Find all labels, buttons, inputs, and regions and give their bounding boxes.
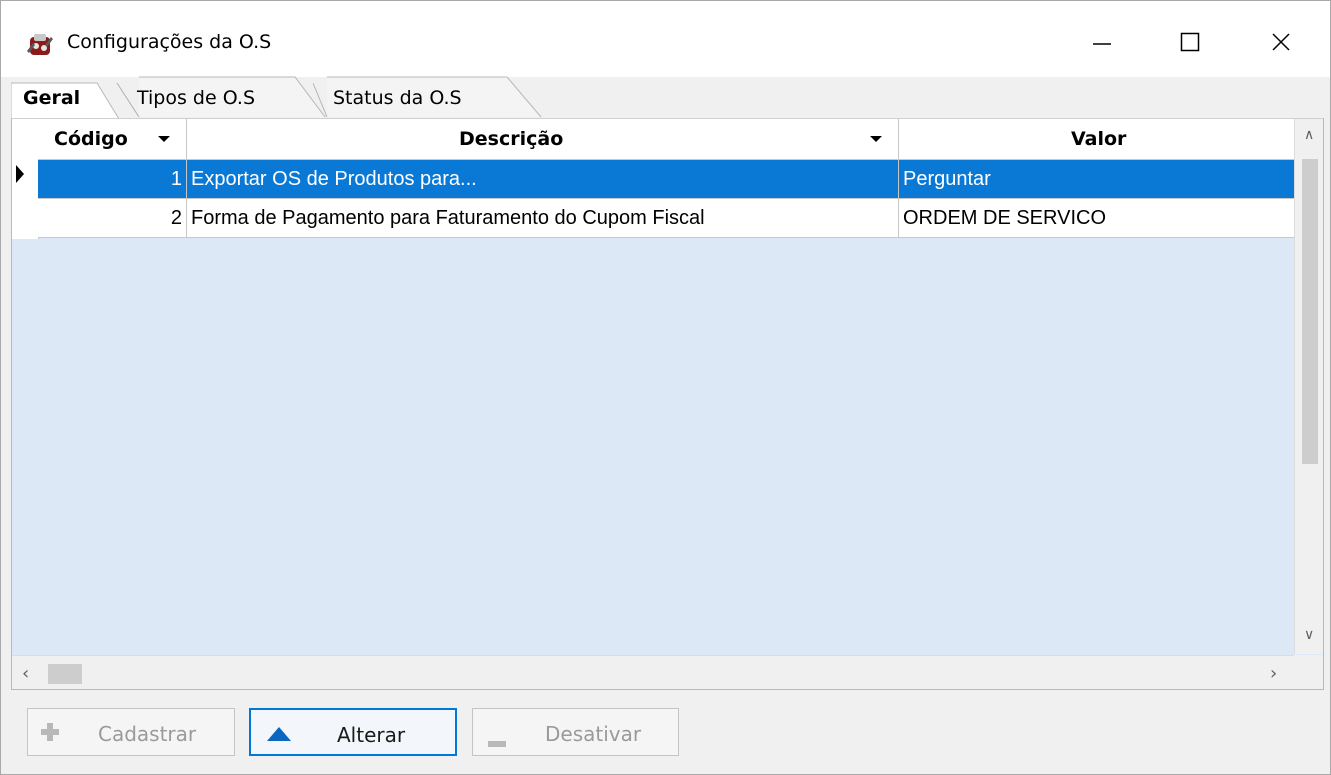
- vertical-scroll-thumb[interactable]: [1302, 159, 1318, 464]
- desativar-button[interactable]: Desativar: [472, 708, 679, 756]
- horizontal-scroll-thumb[interactable]: [48, 664, 82, 684]
- minimize-button[interactable]: [1077, 19, 1127, 65]
- tab-geral[interactable]: Geral: [11, 75, 121, 119]
- maximize-button[interactable]: [1165, 19, 1215, 65]
- scroll-left-icon[interactable]: ‹: [22, 663, 29, 684]
- scrollbar-corner: [1294, 655, 1323, 689]
- button-label: Desativar: [545, 722, 642, 746]
- grid-header: Código Descrição Valor: [38, 119, 1294, 160]
- close-button[interactable]: [1256, 19, 1306, 65]
- dropdown-caret-icon[interactable]: [158, 136, 170, 142]
- cell-descricao[interactable]: Forma de Pagamento para Faturamento do C…: [187, 199, 899, 238]
- horizontal-scrollbar[interactable]: ‹ ›: [12, 655, 1294, 689]
- column-header-label: Valor: [1071, 128, 1127, 150]
- tab-label: Tipos de O.S: [137, 87, 255, 109]
- button-label: Alterar: [337, 723, 406, 747]
- window-title: Configurações da O.S: [67, 31, 272, 53]
- column-header-codigo[interactable]: Código: [38, 119, 187, 159]
- app-logo-icon: [25, 31, 55, 59]
- table-row[interactable]: 2 Forma de Pagamento para Faturamento do…: [38, 199, 1294, 238]
- tab-tipos-os[interactable]: Tipos de O.S: [115, 75, 327, 119]
- column-header-descricao[interactable]: Descrição: [187, 119, 899, 159]
- scroll-up-icon[interactable]: ∧: [1304, 127, 1314, 143]
- row-indicator-column: [12, 119, 39, 239]
- cell-valor[interactable]: ORDEM DE SERVICO: [899, 199, 1294, 238]
- cadastrar-button[interactable]: Cadastrar: [27, 708, 235, 756]
- dropdown-caret-icon[interactable]: [870, 136, 882, 142]
- window: Configurações da O.S Geral Tipos de O.S …: [0, 0, 1331, 775]
- tab-label: Geral: [23, 87, 81, 109]
- column-header-valor[interactable]: Valor: [899, 119, 1294, 159]
- cell-codigo[interactable]: 2: [38, 199, 187, 238]
- cell-codigo[interactable]: 1: [38, 160, 187, 199]
- current-row-arrow-icon: [16, 165, 24, 183]
- title-bar: Configurações da O.S: [1, 1, 1330, 77]
- alterar-button[interactable]: Alterar: [249, 708, 457, 756]
- tab-label: Status da O.S: [333, 87, 462, 109]
- tab-strip: Geral Tipos de O.S Status da O.S: [11, 73, 1331, 119]
- minimize-icon: [1093, 43, 1111, 45]
- cell-descricao[interactable]: Exportar OS de Produtos para...: [187, 160, 899, 199]
- scroll-right-icon[interactable]: ›: [1270, 663, 1277, 684]
- minus-icon: [487, 729, 507, 753]
- button-label: Cadastrar: [98, 722, 197, 746]
- tab-status-os[interactable]: Status da O.S: [313, 75, 543, 119]
- column-header-label: Código: [54, 128, 128, 150]
- maximize-icon: [1180, 32, 1200, 52]
- cell-valor[interactable]: Perguntar: [899, 160, 1294, 199]
- scroll-down-icon[interactable]: ∨: [1304, 627, 1314, 643]
- plus-icon: [40, 722, 60, 747]
- table-row[interactable]: 1 Exportar OS de Produtos para... Pergun…: [38, 160, 1294, 199]
- column-header-label: Descrição: [459, 128, 564, 150]
- vertical-scrollbar[interactable]: ∧ ∨: [1294, 119, 1323, 654]
- close-icon: [1272, 33, 1290, 51]
- config-grid[interactable]: Código Descrição Valor 1 Exportar OS de …: [11, 118, 1324, 690]
- triangle-up-icon: [265, 724, 293, 748]
